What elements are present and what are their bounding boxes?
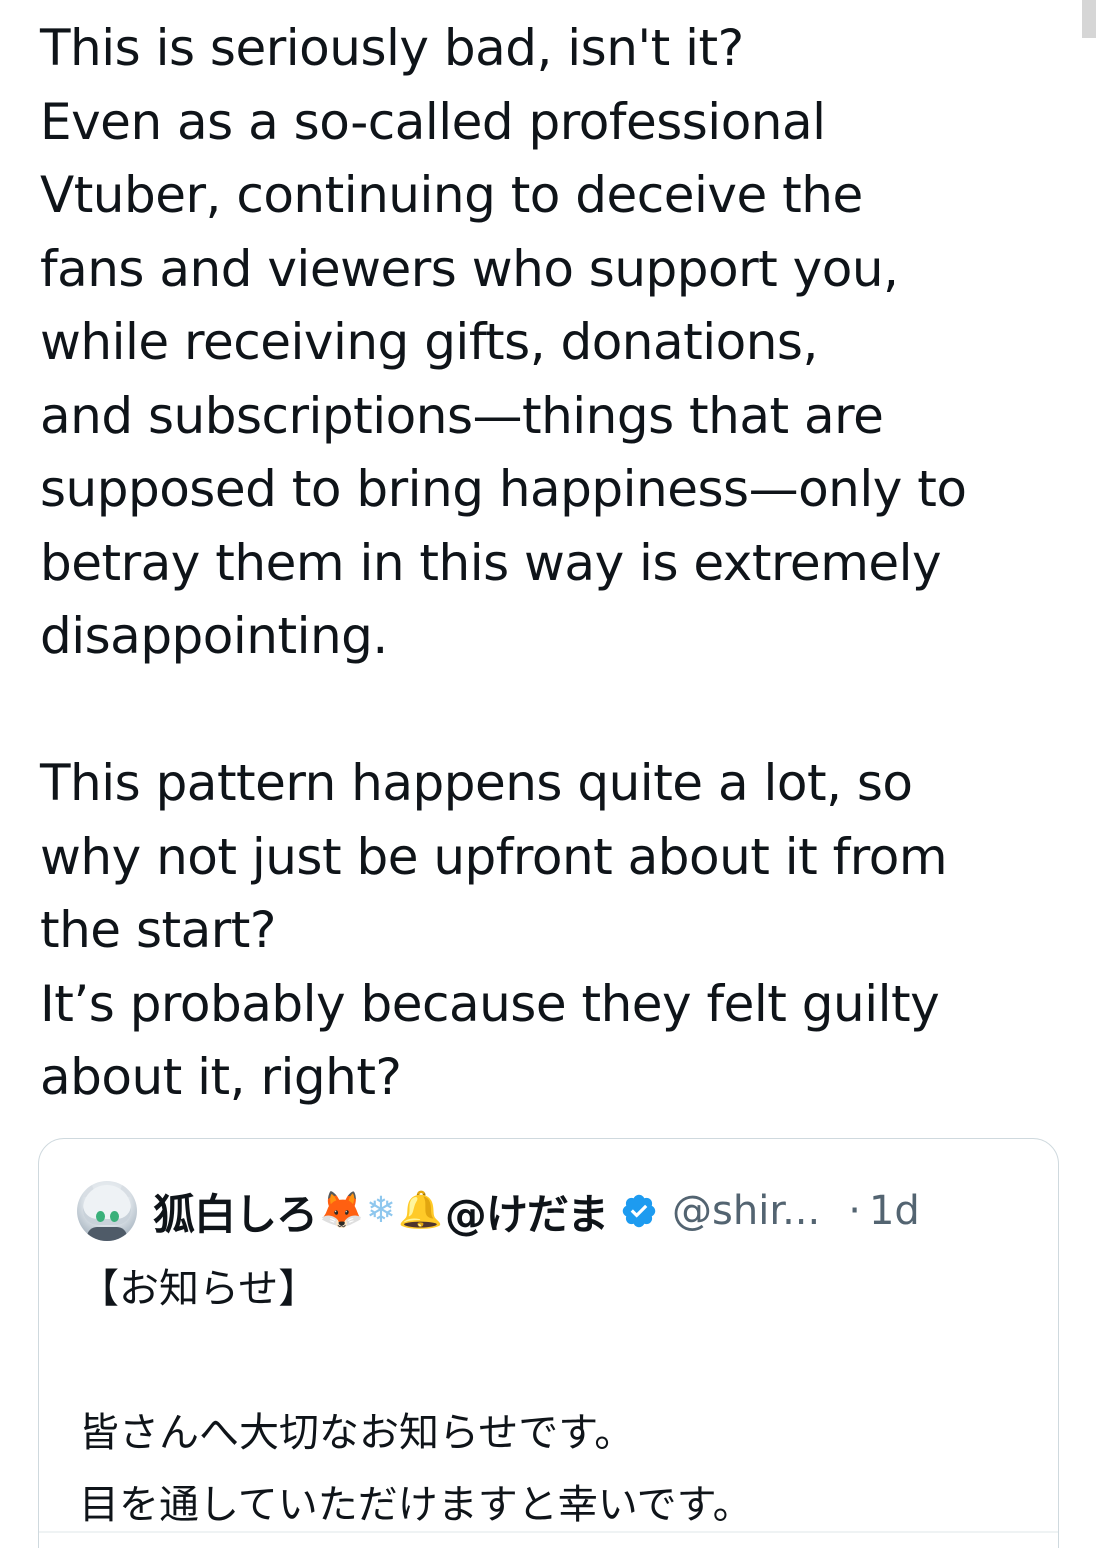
post-line: betray them in this way is extremely	[40, 533, 942, 592]
quoted-line: 皆さんへ大切なお知らせです。	[79, 1410, 635, 1456]
verified-badge-icon	[622, 1194, 656, 1228]
post-line: It’s probably because they felt guilty	[40, 974, 940, 1033]
post-line: about it, right?	[40, 1048, 402, 1106]
post-line: Vtuber, continuing to deceive the	[40, 166, 863, 224]
post-line: Even as a so-called professional	[40, 92, 826, 151]
post-line: why not just be upfront about it from	[40, 827, 948, 886]
scrollbar-thumb[interactable]	[1082, 0, 1096, 38]
display-name-suffix[interactable]: @けだま	[445, 1181, 609, 1242]
quoted-post-text: 【お知らせ】 皆さんへ大切なお知らせです。 目を通していただけますと幸いです。	[79, 1253, 753, 1541]
handle[interactable]: @shir...	[672, 1188, 820, 1234]
quoted-post-card[interactable]: 狐白しろ 🦊 ❄ 🔔 @けだま @shir... · 1d 【お知らせ】 皆さん…	[38, 1138, 1059, 1548]
snowflake-emoji-icon: ❄	[365, 1190, 397, 1231]
fox-emoji-icon: 🦊	[319, 1190, 364, 1231]
post-line: This is seriously bad, isn't it?	[40, 19, 744, 77]
avatar[interactable]	[77, 1181, 137, 1241]
display-name[interactable]: 狐白しろ	[153, 1181, 318, 1242]
quoted-post-header: 狐白しろ 🦊 ❄ 🔔 @けだま @shir... · 1d	[77, 1177, 1027, 1245]
quoted-line: 【お知らせ】	[79, 1266, 319, 1312]
bell-emoji-icon: 🔔	[398, 1190, 443, 1231]
timestamp[interactable]: 1d	[869, 1188, 920, 1234]
divider	[39, 1531, 1058, 1533]
separator-dot: ·	[848, 1188, 861, 1234]
post-text: This is seriously bad, isn't it? Even as…	[40, 12, 1050, 1115]
post-line: the start?	[40, 901, 276, 959]
post-line: fans and viewers who support you,	[40, 239, 899, 298]
post-line: while receiving gifts, donations,	[40, 313, 818, 371]
post-line: This pattern happens quite a lot, so	[40, 754, 913, 812]
post-line: and subscriptions—things that are	[40, 386, 884, 445]
post-line: supposed to bring happiness—only to	[40, 460, 967, 518]
post-line: disappointing.	[40, 607, 388, 665]
